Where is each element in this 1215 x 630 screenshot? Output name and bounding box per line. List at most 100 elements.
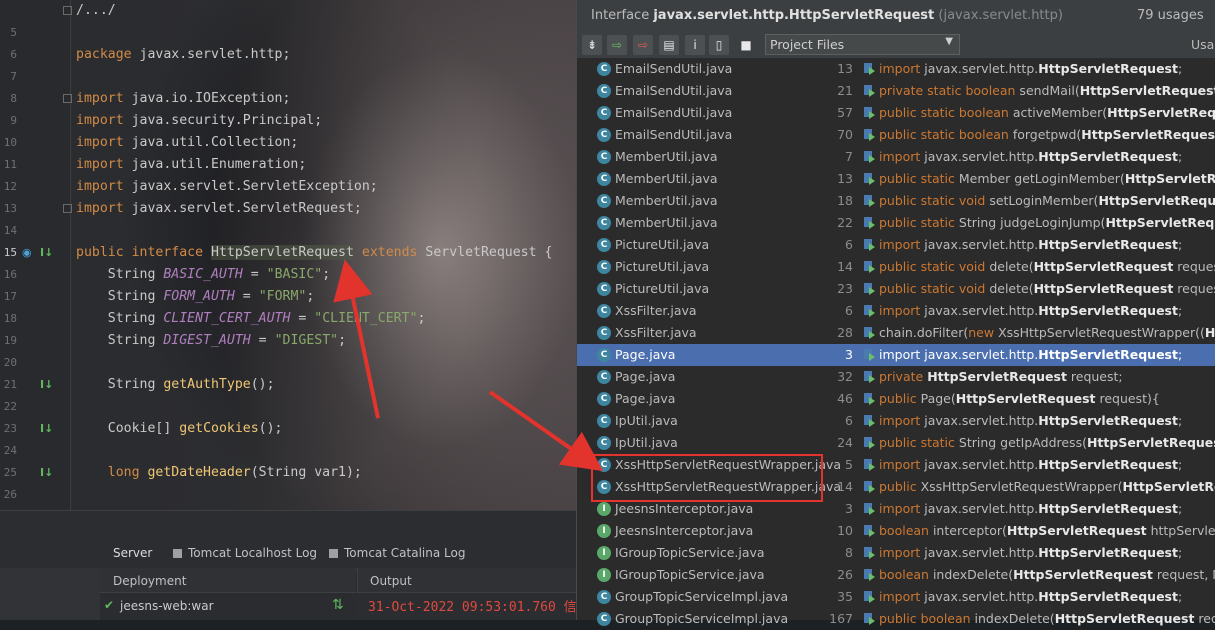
line-number: 22: [3, 400, 17, 413]
deployment-header: Deployment: [100, 568, 356, 593]
code-text: import java.security.Principal;: [76, 113, 323, 128]
implemented-down-icon[interactable]: I↓: [40, 466, 53, 479]
usage-row[interactable]: C MemberUtil.java 7 import javax.servlet.ht…: [577, 146, 1215, 168]
show-read-access-icon[interactable]: ⇨: [607, 35, 627, 55]
class-icon: C: [597, 106, 611, 120]
usage-type-icon: [862, 282, 876, 296]
tab-tomcat-localhost-log[interactable]: Tomcat Localhost Log: [173, 546, 317, 560]
usage-row[interactable]: C PictureUtil.java 23 public static void de…: [577, 278, 1215, 300]
class-icon: C: [597, 172, 611, 186]
usages-count: 79 usages: [1137, 8, 1204, 23]
code-line[interactable]: 21 I↓ String getAuthType();: [0, 375, 576, 397]
code-text: String FORM_AUTH = "FORM";: [107, 289, 315, 304]
usage-row[interactable]: C Page.java 3 import javax.servlet.http.Htt…: [577, 344, 1215, 366]
code-line[interactable]: 6 package javax.servlet.http;: [0, 45, 576, 67]
services-tree[interactable]: [0, 568, 101, 620]
usage-line-number: 32: [837, 369, 853, 384]
code-line[interactable]: 25 I↓ long getDateHeader(String var1);: [0, 463, 576, 485]
code-line[interactable]: 17 String FORM_AUTH = "FORM";: [0, 287, 576, 309]
tab-tomcat-catalina-log[interactable]: Tomcat Catalina Log: [329, 546, 465, 560]
deployment-item[interactable]: ✔ jeesns-web:war ⇅: [100, 593, 356, 620]
usage-row[interactable]: C IpUtil.java 6 import javax.servlet.http.H…: [577, 410, 1215, 432]
tab-label: Tomcat Localhost Log: [188, 546, 318, 560]
code-line[interactable]: 19 String DIGEST_AUTH = "DIGEST";: [0, 331, 576, 353]
code-line[interactable]: 20: [0, 353, 576, 375]
exclude-icon[interactable]: ▯: [709, 35, 729, 55]
usage-row[interactable]: C PictureUtil.java 6 import javax.servlet.h…: [577, 234, 1215, 256]
show-import-icon[interactable]: i: [685, 35, 705, 55]
usage-row[interactable]: C IpUtil.java 24 public static String getIp…: [577, 432, 1215, 454]
code-text: package javax.servlet.http;: [76, 47, 291, 62]
implemented-down-icon[interactable]: I↓: [40, 422, 53, 435]
scope-select[interactable]: Project Files ▼: [765, 34, 960, 55]
usage-row[interactable]: C XssFilter.java 6 import javax.servlet.htt…: [577, 300, 1215, 322]
usage-row[interactable]: C EmailSendUtil.java 70 public static boole…: [577, 124, 1215, 146]
usage-row[interactable]: C Page.java 32 private HttpServletRequest r…: [577, 366, 1215, 388]
implemented-icon[interactable]: ◉: [22, 246, 32, 259]
usage-code: private HttpServletRequest request;: [879, 369, 1123, 384]
usage-file: JeesnsInterceptor.java: [615, 501, 754, 516]
show-write-access-icon[interactable]: ⇨: [633, 35, 653, 55]
usage-row[interactable]: C XssFilter.java 28 chain.doFilter(new XssH…: [577, 322, 1215, 344]
log-icon: [173, 549, 182, 558]
implemented-down-icon[interactable]: I↓: [40, 378, 53, 391]
code-line[interactable]: 18 String CLIENT_CERT_AUTH = "CLIENT_CER…: [0, 309, 576, 331]
code-line[interactable]: 14: [0, 221, 576, 243]
usage-row[interactable]: I JeesnsInterceptor.java 10 boolean interce…: [577, 520, 1215, 542]
usage-row[interactable]: C MemberUtil.java 22 public static String j…: [577, 212, 1215, 234]
usage-type-icon: [862, 458, 876, 472]
code-line[interactable]: 22: [0, 397, 576, 419]
code-line[interactable]: 7: [0, 67, 576, 89]
usage-type-icon: [862, 238, 876, 252]
usage-type-icon: [862, 172, 876, 186]
fold-icon[interactable]: [63, 6, 72, 15]
usage-row[interactable]: C GroupTopicServiceImpl.java 35 import java…: [577, 586, 1215, 608]
code-line[interactable]: 26: [0, 485, 576, 507]
code-line[interactable]: 8 import java.io.IOException;: [0, 89, 576, 111]
code-line[interactable]: 15 ◉ I↓ public interface HttpServletRequest…: [0, 243, 576, 265]
code-line[interactable]: 11 import java.util.Enumeration;: [0, 155, 576, 177]
usage-row[interactable]: I IGroupTopicService.java 26 boolean indexD…: [577, 564, 1215, 586]
code-line[interactable]: 13 import javax.servlet.ServletRequest;: [0, 199, 576, 221]
usage-code: public static void delete(HttpServletReq…: [879, 281, 1215, 296]
usage-row[interactable]: C Page.java 46 public Page(HttpServletReque…: [577, 388, 1215, 410]
redeploy-icon[interactable]: ⇅: [332, 597, 344, 613]
code-line[interactable]: 24: [0, 441, 576, 463]
line-number: 12: [3, 180, 17, 193]
usage-type-icon: [862, 480, 876, 494]
code-line[interactable]: 23 I↓ Cookie[] getCookies();: [0, 419, 576, 441]
open-in-window-icon[interactable]: ■: [736, 35, 756, 55]
tool-window-strip: [0, 510, 576, 541]
usage-row[interactable]: C EmailSendUtil.java 57 public static boole…: [577, 102, 1215, 124]
usage-row[interactable]: C PictureUtil.java 14 public static void de…: [577, 256, 1215, 278]
usage-file: JeesnsInterceptor.java: [615, 523, 754, 538]
usage-row[interactable]: C GroupTopicServiceImpl.java 167 public boo…: [577, 608, 1215, 630]
usage-row[interactable]: C EmailSendUtil.java 13 import javax.servle…: [577, 58, 1215, 80]
usage-file: IGroupTopicService.java: [615, 545, 765, 560]
usage-row[interactable]: C EmailSendUtil.java 21 private static bool…: [577, 80, 1215, 102]
code-line[interactable]: 9 import java.security.Principal;: [0, 111, 576, 133]
usage-row[interactable]: C MemberUtil.java 13 public static Member g…: [577, 168, 1215, 190]
usage-line-number: 28: [837, 325, 853, 340]
tab-server[interactable]: Server: [113, 546, 152, 560]
usage-code: public XssHttpServletRequestWrapper(Http…: [879, 479, 1215, 494]
usage-row[interactable]: C MemberUtil.java 18 public static void set…: [577, 190, 1215, 212]
class-icon: C: [597, 348, 611, 362]
fold-icon[interactable]: [63, 204, 72, 213]
code-line[interactable]: /.../: [0, 1, 576, 23]
interface-icon: I: [597, 568, 611, 582]
usage-code: chain.doFilter(new XssHttpServletRequest…: [879, 325, 1215, 340]
code-editor[interactable]: /.../ 5 6 package javax.servlet.http; 7 8 impo…: [0, 0, 576, 510]
usage-code: import javax.servlet.http.HttpServletReq…: [879, 149, 1183, 164]
usage-code: boolean interceptor(HttpServletRequest h…: [879, 523, 1215, 538]
group-by-module-icon[interactable]: ▤: [659, 35, 679, 55]
fold-icon[interactable]: [63, 94, 72, 103]
line-number: 16: [3, 268, 17, 281]
code-line[interactable]: 16 String BASIC_AUTH = "BASIC";: [0, 265, 576, 287]
code-line[interactable]: 5: [0, 23, 576, 45]
code-line[interactable]: 10 import java.util.Collection;: [0, 133, 576, 155]
usage-row[interactable]: I IGroupTopicService.java 8 import javax.se…: [577, 542, 1215, 564]
code-line[interactable]: 12 import javax.servlet.ServletException;: [0, 177, 576, 199]
merge-usages-icon[interactable]: ⇟: [582, 35, 602, 55]
implemented-down-icon[interactable]: I↓: [40, 246, 53, 259]
